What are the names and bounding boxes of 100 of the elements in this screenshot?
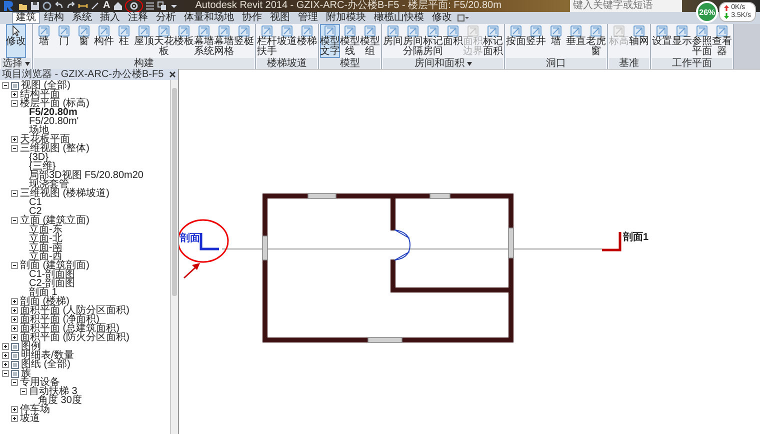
expand-toggle[interactable] xyxy=(11,190,18,197)
ribbon-tab[interactable]: 视图 xyxy=(266,12,294,24)
tree-item[interactable]: 坡道 xyxy=(20,414,40,423)
redo-icon[interactable] xyxy=(66,1,76,11)
tree-item[interactable]: {三维} xyxy=(29,162,56,171)
tree-item[interactable]: 面积平面 (净面积) xyxy=(20,315,100,324)
ribbon-button[interactable]: 坡道 xyxy=(277,24,297,58)
windows-icon[interactable] xyxy=(157,1,168,11)
ribbon-button[interactable]: 门 xyxy=(54,24,74,58)
tree-item[interactable]: 停车场 xyxy=(20,405,50,414)
ribbon-button[interactable]: 参照平面 xyxy=(692,24,712,58)
ribbon-button[interactable]: 房间分隔 xyxy=(403,24,423,58)
caret-icon[interactable] xyxy=(24,62,30,66)
ribbon-tab[interactable]: 附加模块 xyxy=(322,12,370,24)
expand-toggle[interactable] xyxy=(11,145,18,152)
scrollbar-thumb[interactable] xyxy=(172,88,177,296)
ribbon-button[interactable]: 显示 xyxy=(672,24,692,58)
tree-item[interactable]: 天花板平面 xyxy=(20,135,70,144)
ribbon-button[interactable]: 标记房间 xyxy=(423,24,443,58)
expand-toggle[interactable] xyxy=(11,316,18,323)
ribbon-tab[interactable]: 管理 xyxy=(294,12,322,24)
tree-item[interactable]: 图纸 (全部) xyxy=(21,360,70,369)
expand-toggle[interactable] xyxy=(11,307,18,314)
tree-item[interactable]: 楼层平面 (标高) xyxy=(20,99,90,108)
ribbon-button[interactable]: 屋顶 xyxy=(134,24,154,58)
tree-item[interactable]: 立面-西 xyxy=(29,252,62,261)
panel-toggle-icon[interactable] xyxy=(456,12,470,24)
tree-item[interactable]: F5/20.80m' xyxy=(29,117,79,126)
ribbon-tab[interactable]: 体量和场地 xyxy=(180,12,238,24)
tree-item[interactable]: C2 xyxy=(29,207,42,216)
expand-toggle[interactable] xyxy=(11,325,18,332)
ribbon-tab[interactable]: 协作 xyxy=(238,12,266,24)
ribbon-button[interactable]: 模型线 xyxy=(340,24,360,58)
ribbon-tab[interactable]: 插入 xyxy=(96,12,124,24)
save-icon[interactable] xyxy=(30,1,40,11)
tree-item[interactable]: 结构平面 xyxy=(20,90,60,99)
caret-icon[interactable] xyxy=(466,62,472,66)
tree-item[interactable]: {3D} xyxy=(29,153,48,162)
tree-item[interactable]: 局部3D视图 F5/20.80m20 xyxy=(29,171,144,180)
tree-item[interactable]: C1-剖面图 xyxy=(29,270,76,279)
expand-toggle[interactable] xyxy=(11,334,18,341)
expand-toggle[interactable] xyxy=(2,370,9,377)
tree-item[interactable]: F5/20.80m xyxy=(29,108,78,117)
ribbon-button[interactable]: 楼梯 xyxy=(297,24,317,58)
expand-toggle[interactable] xyxy=(11,100,18,107)
ribbon-button[interactable]: 模型组 xyxy=(360,24,380,58)
ribbon-tab[interactable]: 修改 xyxy=(428,12,456,24)
expand-toggle[interactable] xyxy=(2,343,9,350)
ribbon-button[interactable]: 竖井 xyxy=(526,24,546,58)
measure-icon[interactable] xyxy=(78,1,88,11)
tree-item[interactable]: 图例 xyxy=(21,342,41,351)
ribbon-button[interactable]: 构件 xyxy=(94,24,114,58)
ribbon-tab[interactable]: 结构 xyxy=(40,12,68,24)
ribbon-button[interactable]: 墙 xyxy=(34,24,54,58)
expand-toggle[interactable] xyxy=(11,415,18,422)
ribbon-button[interactable]: 模型文字 xyxy=(320,24,340,58)
tree-item[interactable]: 面积平面 (防火分区面积) xyxy=(20,333,130,342)
ribbon-button[interactable]: 幕墙网格 xyxy=(214,24,234,58)
tree-item[interactable]: 面积平面 (人防分区面积) xyxy=(20,306,130,315)
expand-toggle[interactable] xyxy=(11,262,18,269)
ribbon-button[interactable]: 竖梃 xyxy=(234,24,254,58)
expand-toggle[interactable] xyxy=(11,379,18,386)
tree-item[interactable]: 场地 xyxy=(29,126,49,135)
ribbon-button[interactable]: 幕墙系统 xyxy=(194,24,214,58)
ribbon-button[interactable]: 修改 xyxy=(6,24,26,58)
tree-item[interactable]: 专用设备 xyxy=(20,378,60,387)
ribbon-button[interactable]: 按面 xyxy=(506,24,526,58)
ribbon-tab[interactable]: 注释 xyxy=(124,12,152,24)
ribbon-button[interactable]: 栏杆扶手 xyxy=(257,24,277,58)
tree-item[interactable]: 自动扶梯 3 xyxy=(29,387,78,396)
expand-toggle[interactable] xyxy=(20,388,27,395)
tree-item[interactable]: 三维视图 (整体) xyxy=(20,144,90,153)
expand-toggle[interactable] xyxy=(11,136,18,143)
ribbon-tab[interactable]: 橄榄山快模 xyxy=(370,12,428,24)
tree-item[interactable]: 立面-东 xyxy=(29,225,62,234)
ribbon-tab[interactable]: 系统 xyxy=(68,12,96,24)
section-marker[interactable] xyxy=(602,232,622,252)
ribbon-button[interactable]: 墙 xyxy=(546,24,566,58)
tree-item[interactable]: 立面-南 xyxy=(29,243,62,252)
expand-toggle[interactable] xyxy=(2,82,9,89)
tree-item[interactable]: 现浇套管 xyxy=(29,180,69,189)
text-tool-button[interactable]: A xyxy=(102,0,112,12)
tree-item[interactable]: 族 xyxy=(21,369,31,378)
tree-item[interactable]: 剖面 (建筑剖面) xyxy=(20,261,90,270)
tree-item[interactable]: 剖面 1 xyxy=(29,288,58,297)
tree-item[interactable]: 面积平面 (总建筑面积) xyxy=(20,324,120,333)
expand-toggle[interactable] xyxy=(11,217,18,224)
ribbon-button[interactable]: 老虎窗 xyxy=(586,24,606,58)
ribbon-button[interactable]: 面积 xyxy=(443,24,463,58)
ribbon-button[interactable]: 柱 xyxy=(114,24,134,58)
close-icon[interactable] xyxy=(169,71,176,78)
ribbon-button[interactable]: 查看器 xyxy=(712,24,732,58)
ribbon-button[interactable]: 设置 xyxy=(652,24,672,58)
expand-toggle[interactable] xyxy=(11,91,18,98)
expand-toggle[interactable] xyxy=(2,361,9,368)
ribbon-tab[interactable]: 建筑 xyxy=(12,12,40,24)
tree-item[interactable]: 立面-北 xyxy=(29,234,62,243)
expand-toggle[interactable] xyxy=(2,352,9,359)
tree-item[interactable]: 三维视图 (楼梯坡道) xyxy=(20,189,110,198)
tree-item[interactable]: 立面 (建筑立面) xyxy=(20,216,90,225)
